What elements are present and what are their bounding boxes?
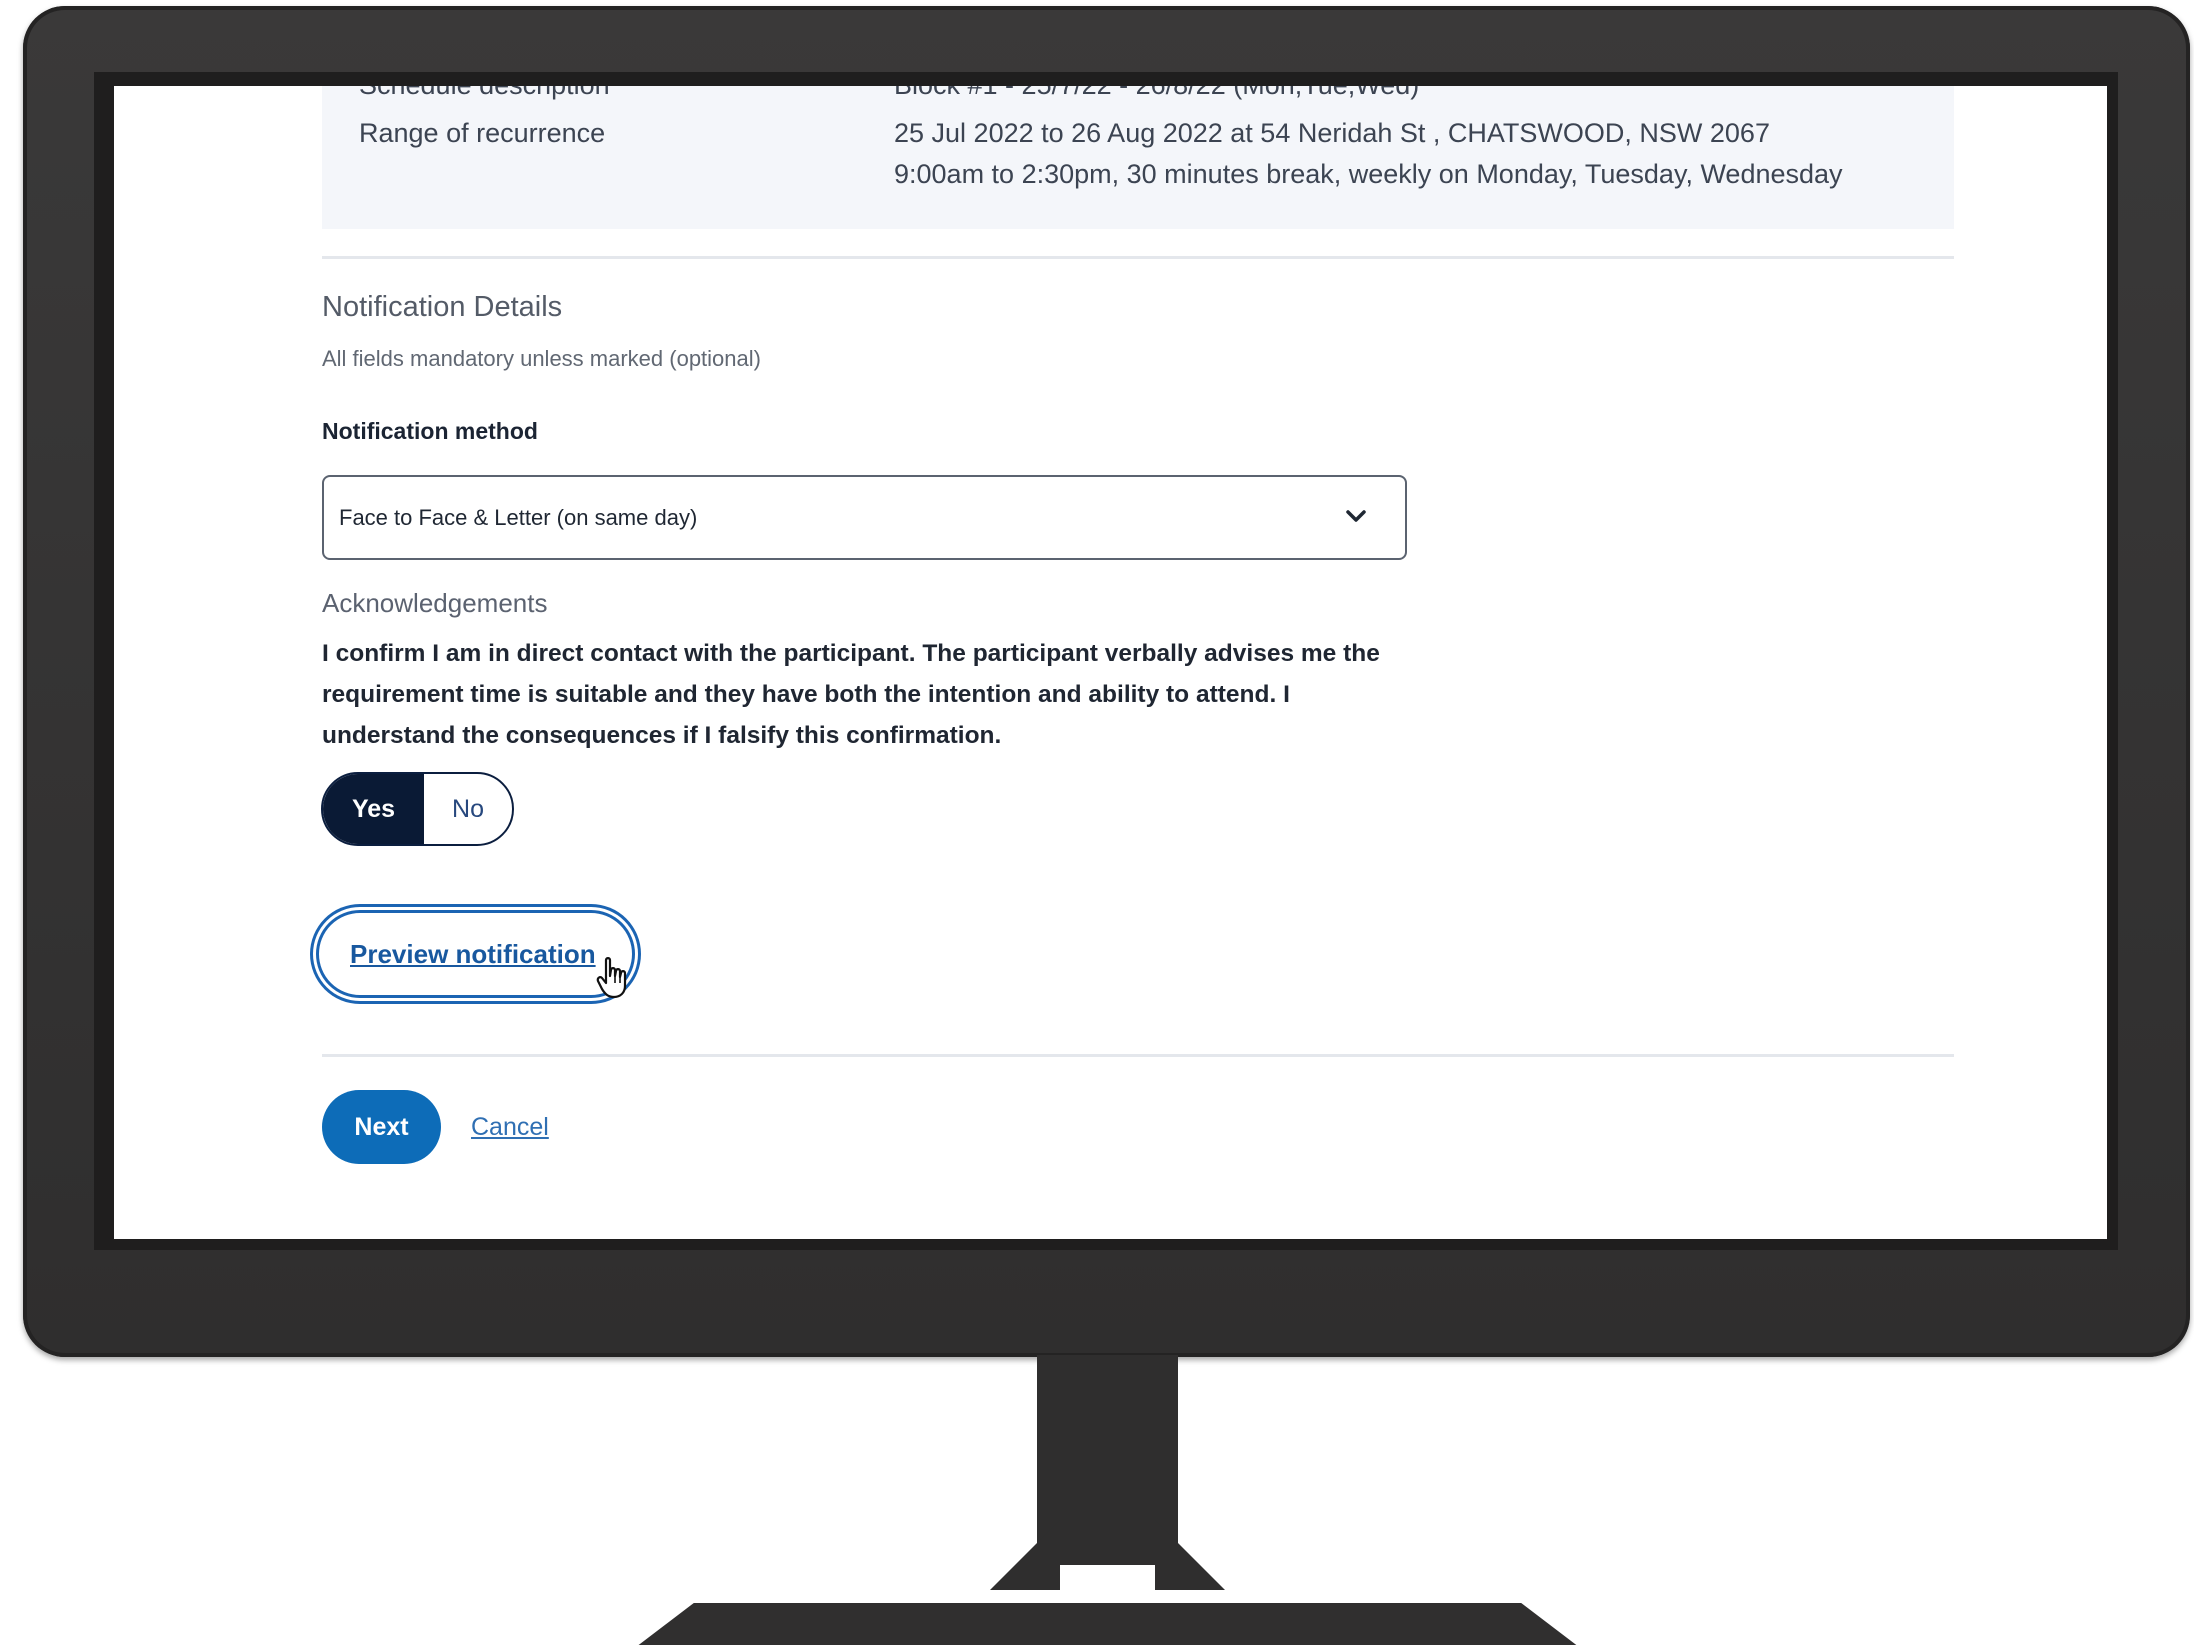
chevron-down-icon <box>1346 510 1366 522</box>
notification-method-label: Notification method <box>322 418 538 444</box>
toggle-yes-option[interactable]: Yes <box>323 774 424 844</box>
monitor-stand-flare-left <box>990 1520 1060 1590</box>
actions-divider <box>322 1054 1954 1057</box>
monitor-screen: Schedule description Block #1 - 25/7/22 … <box>114 86 2107 1239</box>
monitor-stand-flare-right <box>1155 1520 1225 1590</box>
monitor-stand-base <box>615 1603 1600 1645</box>
preview-notification-button[interactable]: Preview notification <box>316 910 635 998</box>
notification-method-select[interactable]: Face to Face & Letter (on same day) <box>322 475 1407 560</box>
range-of-recurrence-times: 9:00am to 2:30pm, 30 minutes break, week… <box>894 159 1843 189</box>
toggle-no-option[interactable]: No <box>424 774 512 844</box>
acknowledgement-toggle: Yes No <box>321 772 514 846</box>
mandatory-fields-hint: All fields mandatory unless marked (opti… <box>322 346 761 371</box>
schedule-summary-panel: Schedule description Block #1 - 25/7/22 … <box>322 86 1954 229</box>
section-divider <box>322 256 1954 259</box>
acknowledgements-heading: Acknowledgements <box>322 588 548 618</box>
range-of-recurrence-dates: 25 Jul 2022 to 26 Aug 2022 at 54 Neridah… <box>894 118 1770 148</box>
acknowledgement-statement: I confirm I am in direct contact with th… <box>322 640 1380 749</box>
schedule-description-label: Schedule description <box>359 86 610 101</box>
notification-method-value: Face to Face & Letter (on same day) <box>339 504 698 530</box>
range-of-recurrence-label: Range of recurrence <box>359 118 606 148</box>
hand-pointer-icon <box>596 957 627 999</box>
notification-details-heading: Notification Details <box>322 291 563 323</box>
schedule-description-value: Block #1 - 25/7/22 - 26/8/22 (Mon,Tue,We… <box>894 86 1419 101</box>
preview-notification-label: Preview notification <box>350 938 596 969</box>
next-button[interactable]: Next <box>322 1090 441 1164</box>
cancel-link[interactable]: Cancel <box>471 1113 549 1142</box>
